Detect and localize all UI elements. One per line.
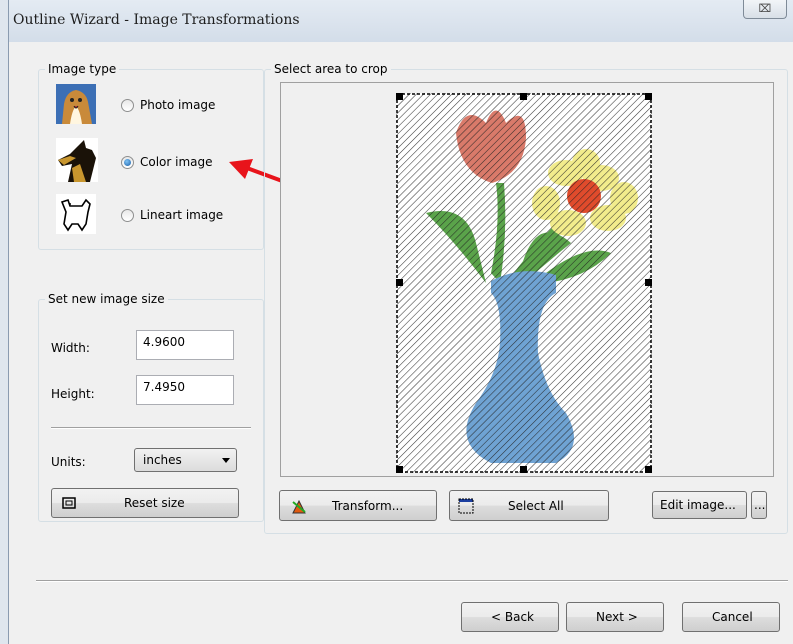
width-input[interactable]: 4.9600: [136, 330, 234, 360]
photo-image-radio-button[interactable]: [121, 98, 134, 112]
color-image-radio[interactable]: Color image: [121, 155, 213, 169]
close-button[interactable]: ⌧: [743, 0, 787, 19]
divider: [51, 427, 251, 429]
color-image-label: Color image: [140, 155, 213, 169]
select-all-label: Select All: [508, 498, 564, 513]
more-options-label: ...: [754, 498, 766, 512]
window-title: Outline Wizard - Image Transformations: [13, 12, 300, 28]
footer-divider: [36, 580, 788, 582]
select-all-icon: [458, 498, 474, 514]
crop-legend: Select area to crop: [274, 62, 388, 76]
collie-photo-icon: [56, 84, 96, 124]
image-type-legend: Image type: [48, 62, 117, 76]
height-label: Height:: [51, 387, 95, 401]
back-button[interactable]: < Back: [461, 602, 559, 632]
height-input[interactable]: 7.4950: [136, 375, 234, 405]
transform-button[interactable]: Transform...: [279, 490, 437, 521]
title-bar: Outline Wizard - Image Transformations ⌧: [9, 0, 793, 42]
edit-image-label: Edit image...: [660, 498, 736, 512]
reset-size-label: Reset size: [124, 496, 185, 510]
select-all-button[interactable]: Select All: [449, 490, 609, 521]
edit-image-button[interactable]: Edit image...: [652, 491, 747, 519]
width-label: Width:: [51, 341, 90, 355]
units-label: Units:: [51, 455, 86, 469]
wizard-window: Outline Wizard - Image Transformations ⌧…: [8, 0, 793, 644]
photo-image-label: Photo image: [140, 98, 216, 112]
color-image-radio-button[interactable]: [121, 155, 134, 169]
cancel-button[interactable]: Cancel: [682, 602, 780, 632]
cancel-label: Cancel: [712, 610, 753, 624]
flower-vase-image[interactable]: [396, 93, 652, 473]
dog-lineart-icon: [56, 194, 96, 234]
image-size-legend: Set new image size: [48, 292, 165, 306]
reset-size-button[interactable]: Reset size: [51, 488, 239, 518]
close-icon: ⌧: [758, 2, 772, 15]
units-select[interactable]: inches: [134, 448, 237, 472]
lineart-image-label: Lineart image: [140, 208, 224, 222]
chevron-down-icon: [222, 458, 230, 463]
more-options-button[interactable]: ...: [751, 491, 767, 519]
lineart-image-radio-button[interactable]: [121, 208, 134, 222]
units-value: inches: [143, 453, 182, 467]
next-label: Next >: [596, 610, 638, 624]
crop-preview[interactable]: [280, 82, 774, 477]
resize-icon: [62, 497, 76, 509]
next-button[interactable]: Next >: [566, 602, 664, 632]
transform-label: Transform...: [332, 498, 404, 513]
dog-color-icon: [56, 138, 98, 182]
transform-icon: [292, 500, 306, 514]
back-label: < Back: [491, 610, 535, 624]
lineart-image-radio[interactable]: Lineart image: [121, 208, 223, 222]
photo-image-radio[interactable]: Photo image: [121, 98, 215, 112]
